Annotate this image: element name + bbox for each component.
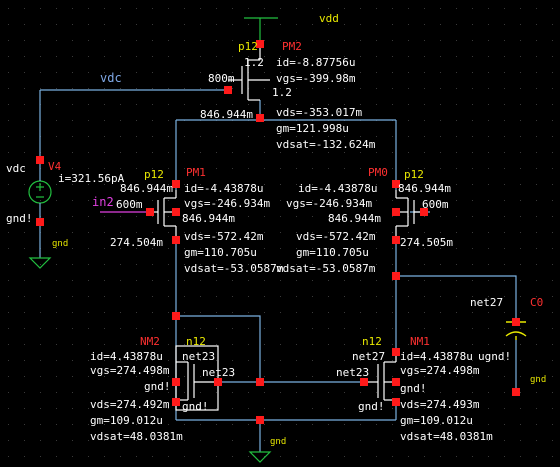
pin[interactable] <box>512 388 520 396</box>
pm1-vds: vds=-572.42m <box>184 230 264 243</box>
pm0-vdsat: vdsat=-53.0587m <box>276 262 376 275</box>
nm2-vgs: vgs=274.498m <box>90 364 170 377</box>
nm1-gnd: gnd! <box>400 382 427 395</box>
pm2-vgs: vgs=-399.98m <box>276 72 356 85</box>
nm2-name: NM2 <box>140 335 160 348</box>
nm2-gnd2: gnd! <box>182 400 209 413</box>
nm2-gnd: gnd! <box>144 380 171 393</box>
pm1-gm: gm=110.705u <box>184 246 257 259</box>
nm1-vds: vds=274.493m <box>400 398 480 411</box>
pm1-gate-v: 600m <box>116 198 143 211</box>
pin[interactable] <box>172 180 180 188</box>
nm2-id: id=4.43878u <box>90 350 163 363</box>
pm1-drain-v: 274.504m <box>110 236 163 249</box>
pin[interactable] <box>172 398 180 406</box>
pm0-vgs: vgs=-246.934m <box>286 197 372 210</box>
net27-label: net27 <box>470 296 503 309</box>
vdc-src-label: vdc <box>6 162 26 175</box>
nm2-gate-net: net23 <box>202 366 235 379</box>
nm1-ugnd: ugnd! <box>478 350 511 363</box>
pm1-src-v: 846.944m <box>120 182 173 195</box>
pm2-vds: vds=-353.017m <box>276 106 362 119</box>
pin[interactable] <box>392 348 400 356</box>
pm0-gate-v: 600m <box>422 198 449 211</box>
nm1-net: net27 <box>352 350 385 363</box>
pin[interactable] <box>392 398 400 406</box>
pm2-drain-v: 846.944m <box>200 108 253 121</box>
nm1-gm: gm=109.012u <box>400 414 473 427</box>
pin[interactable] <box>512 318 520 326</box>
pm0-src-v: 846.944m <box>398 182 451 195</box>
pin[interactable] <box>172 312 180 320</box>
schematic-canvas[interactable]: vdd vdc vdc gnd! gnd V4 i=321.56pA p12 P… <box>0 0 560 467</box>
pm2-gm: gm=121.998u <box>276 122 349 135</box>
pm0-gm: gm=110.705u <box>296 246 369 259</box>
nm2-gm: gm=109.012u <box>90 414 163 427</box>
pm2-l: 1.2 <box>272 86 292 99</box>
nm1-vdsat: vdsat=48.0381m <box>400 430 493 443</box>
nm1-id: id=4.43878u <box>400 350 473 363</box>
nm1-name: NM1 <box>410 335 430 348</box>
vdd-label: vdd <box>319 12 339 25</box>
pin[interactable] <box>392 236 400 244</box>
pin[interactable] <box>256 114 264 122</box>
pm1-name: PM1 <box>186 166 206 179</box>
bottom-gnd-label: gnd <box>270 437 286 447</box>
pin[interactable] <box>224 86 232 94</box>
vdc-net-label: vdc <box>100 71 122 85</box>
v4-source[interactable] <box>28 160 52 258</box>
pin[interactable] <box>172 236 180 244</box>
pin[interactable] <box>392 378 400 386</box>
pin[interactable] <box>172 208 180 216</box>
pm2-name: PM2 <box>282 40 302 53</box>
pm0-name: PM0 <box>368 166 388 179</box>
nm2-net: net23 <box>182 350 215 363</box>
pm1-bulk-v: 846.944m <box>182 212 235 225</box>
c0-name: C0 <box>530 296 543 309</box>
pin[interactable] <box>256 416 264 424</box>
pin[interactable] <box>392 272 400 280</box>
pm1-vdsat: vdsat=-53.0587m <box>184 262 284 275</box>
gnd-src-label: gnd! <box>6 212 33 225</box>
pm1-id: id=-4.43878u <box>184 182 263 195</box>
pm0-vds: vds=-572.42m <box>296 230 376 243</box>
gnd-sym-label: gnd <box>52 239 68 249</box>
cap-gnd-label: gnd <box>530 375 546 385</box>
nm1-vgs: vgs=274.498m <box>400 364 480 377</box>
nm1-model: n12 <box>362 335 382 348</box>
pm2-gate-v: 800m <box>208 72 235 85</box>
pin[interactable] <box>256 378 264 386</box>
nm2-vds: vds=274.492m <box>90 398 170 411</box>
pm0-drain-v: 274.505m <box>400 236 453 249</box>
pm2-vdsat: vdsat=-132.624m <box>276 138 376 151</box>
pm1-vgs: vgs=-246.934m <box>184 197 270 210</box>
pin[interactable] <box>36 218 44 226</box>
pin[interactable] <box>172 378 180 386</box>
pin[interactable] <box>214 378 222 386</box>
nm2-model: n12 <box>186 335 206 348</box>
pm2-id: id=-8.87756u <box>276 56 355 69</box>
pm2-w: 1.2 <box>244 56 264 69</box>
nm1-gate-net: net23 <box>336 366 369 379</box>
pm0-model: p12 <box>404 168 424 181</box>
pm0-bulk-v: 846.944m <box>328 212 381 225</box>
pin[interactable] <box>146 208 154 216</box>
pm2-model: p12 <box>238 40 258 53</box>
v4-current: i=321.56pA <box>58 172 125 185</box>
in2-label: in2 <box>92 195 114 209</box>
pin[interactable] <box>36 156 44 164</box>
pin[interactable] <box>360 378 368 386</box>
pin[interactable] <box>392 208 400 216</box>
nm2-vdsat: vdsat=48.0381m <box>90 430 183 443</box>
pm1-model: p12 <box>144 168 164 181</box>
schematic[interactable]: vdd vdc vdc gnd! gnd V4 i=321.56pA p12 P… <box>0 0 560 467</box>
nm1-gnd2: gnd! <box>358 400 385 413</box>
pm0-id: id=-4.43878u <box>298 182 377 195</box>
